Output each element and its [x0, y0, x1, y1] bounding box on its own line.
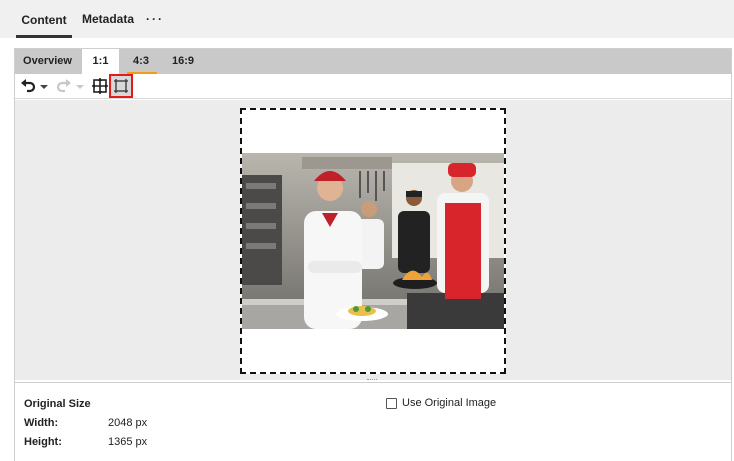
- dropdown-arrow-icon: [40, 85, 48, 89]
- image-crop-panel: Overview 1:1 4:3 16:9 Original Size Widt…: [14, 48, 732, 461]
- crop-canvas: [15, 100, 731, 380]
- tab-content[interactable]: Content: [16, 0, 72, 38]
- undo-dropdown[interactable]: [38, 76, 50, 96]
- tab-ratio-16-9[interactable]: 16:9: [165, 49, 201, 74]
- height-label: Height:: [24, 436, 62, 448]
- top-tab-bar: Content Metadata ···: [0, 0, 734, 38]
- fit-to-frame-button[interactable]: [90, 76, 110, 96]
- redo-dropdown[interactable]: [74, 76, 86, 96]
- crop-selection[interactable]: [240, 108, 506, 374]
- image-info: Original Size Width: 2048 px Height: 136…: [15, 383, 731, 461]
- tab-metadata[interactable]: Metadata: [82, 0, 134, 38]
- undo-button[interactable]: [18, 76, 38, 96]
- crop-frame-icon: [114, 79, 128, 93]
- tab-overview[interactable]: Overview: [15, 49, 80, 74]
- use-original-checkbox[interactable]: [386, 398, 397, 409]
- tab-ratio-4-3-label: 4:3: [133, 55, 149, 67]
- height-value: 1365 px: [108, 436, 148, 448]
- width-value: 2048 px: [108, 417, 148, 429]
- original-size-title: Original Size: [24, 398, 91, 410]
- crop-toolbar: [15, 74, 731, 99]
- more-tabs-button[interactable]: ···: [146, 0, 166, 38]
- crop-frame-button[interactable]: [109, 74, 133, 98]
- redo-button[interactable]: [54, 76, 74, 96]
- crop-ratio-tabs: Overview 1:1 4:3 16:9: [15, 49, 731, 74]
- chefs-photo: [242, 153, 504, 329]
- redo-icon: [56, 79, 71, 93]
- dropdown-arrow-icon: [76, 85, 84, 89]
- use-original-label: Use Original Image: [402, 397, 497, 409]
- tab-ratio-4-3[interactable]: 4:3: [123, 49, 159, 74]
- undo-icon: [21, 79, 36, 93]
- tab-ratio-1-1[interactable]: 1:1: [82, 49, 119, 74]
- width-label: Width:: [24, 417, 59, 429]
- kitchen-image: [242, 153, 504, 329]
- fit-to-frame-icon: [92, 78, 108, 94]
